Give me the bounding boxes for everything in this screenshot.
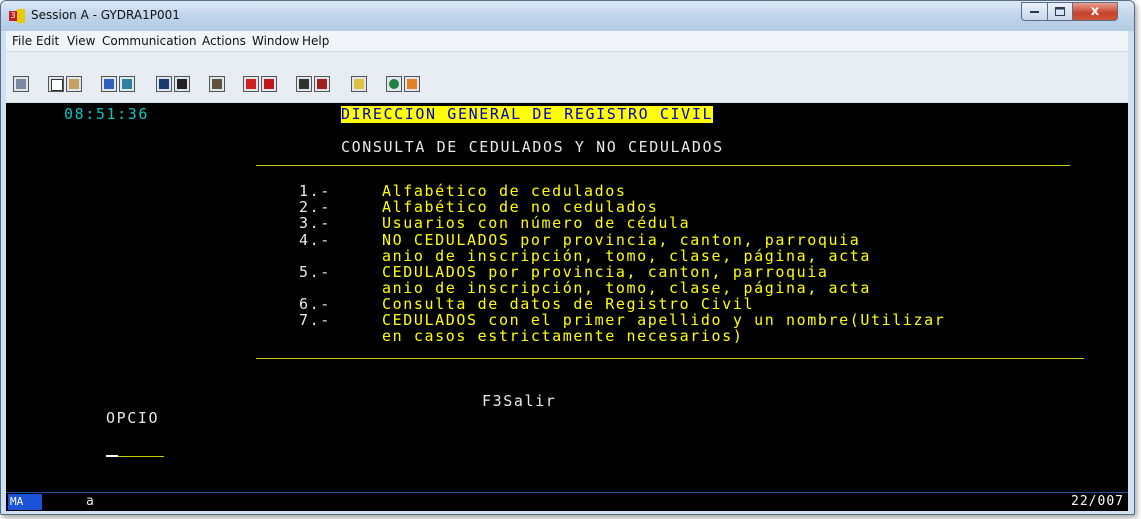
menu-communication[interactable]: Communication — [102, 34, 197, 48]
option-3-number: 3.- — [299, 214, 331, 232]
option-7-number: 7.- — [299, 311, 331, 329]
menu-help[interactable]: Help — [302, 34, 329, 48]
option-5-number: 5.- — [299, 263, 331, 281]
option-label: OPCIO — [106, 409, 160, 427]
copy-icon[interactable] — [48, 76, 64, 92]
emulator-window: 3 Session A - GYDRA1P001 x File Edit Vie… — [0, 0, 1135, 515]
stop-macro-icon[interactable] — [261, 76, 277, 92]
maximize-button[interactable] — [1047, 2, 1073, 21]
keyboard-mode-indicator: MA — [8, 494, 42, 510]
minimize-button[interactable] — [1021, 2, 1048, 21]
print-screen-icon[interactable] — [13, 76, 29, 92]
close-icon: x — [1090, 4, 1100, 19]
top-divider — [256, 165, 1070, 166]
menu-view[interactable]: View — [67, 34, 95, 48]
paste-icon[interactable] — [66, 76, 82, 92]
f3-exit-label: F3Salir — [482, 392, 557, 410]
display-icon[interactable] — [156, 76, 172, 92]
menu-actions[interactable]: Actions — [202, 34, 246, 48]
option-3-text: Usuarios con número de cédula — [382, 214, 691, 232]
receive-file-icon[interactable] — [119, 76, 135, 92]
option-4-number: 4.- — [299, 231, 331, 249]
close-button[interactable]: x — [1072, 2, 1118, 21]
play-macro-icon[interactable] — [243, 76, 259, 92]
text-cursor — [106, 455, 118, 457]
terminal-screen[interactable]: 08:51:36 DIRECCION GENERAL DE REGISTRO C… — [6, 103, 1128, 492]
record-icon[interactable] — [174, 76, 190, 92]
clock-time: 08:51:36 — [64, 105, 150, 123]
maximize-icon — [1055, 7, 1065, 16]
send-file-icon[interactable] — [101, 76, 117, 92]
app-icon[interactable]: 3 — [9, 9, 25, 23]
window-title: Session A - GYDRA1P001 — [31, 8, 180, 22]
menu-bar: File Edit View Communication Actions Win… — [6, 31, 1128, 52]
connect-icon[interactable] — [386, 76, 402, 92]
option-input-field[interactable] — [106, 436, 164, 457]
screen-subtitle: CONSULTA DE CEDULADOS Y NO CEDULADOS — [341, 138, 724, 156]
status-bar: MA a 22/007 — [6, 492, 1128, 511]
macro-icon[interactable] — [209, 76, 225, 92]
disconnect-icon[interactable] — [404, 76, 420, 92]
session-indicator: a — [86, 494, 94, 509]
menu-file[interactable]: File — [12, 34, 32, 48]
toolbar — [6, 52, 1128, 102]
clipboard-icon[interactable] — [351, 76, 367, 92]
run-icon[interactable] — [296, 76, 312, 92]
option-7-text-line2: en casos estrictamente necesarios) — [382, 327, 744, 345]
title-bar[interactable]: 3 Session A - GYDRA1P001 x — [1, 1, 1134, 31]
stop-run-icon[interactable] — [314, 76, 330, 92]
bottom-divider — [256, 358, 1084, 359]
screen-header: DIRECCION GENERAL DE REGISTRO CIVIL — [341, 105, 714, 123]
cursor-position: 22/007 — [1071, 494, 1124, 509]
menu-window[interactable]: Window — [252, 34, 299, 48]
menu-edit[interactable]: Edit — [36, 34, 59, 48]
minimize-icon — [1030, 10, 1039, 13]
